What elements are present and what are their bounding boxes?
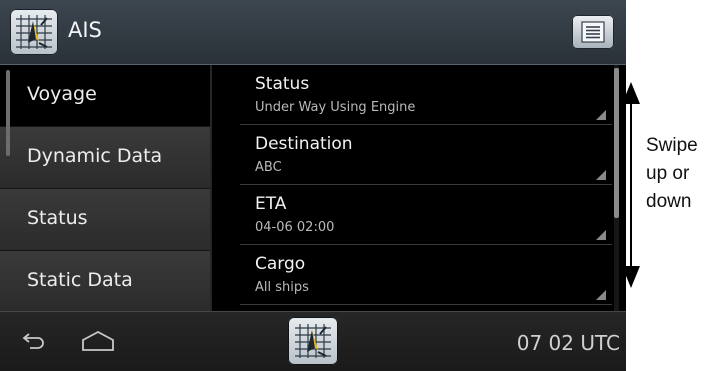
- nav-item-status[interactable]: Status: [0, 189, 210, 251]
- ais-compass-icon[interactable]: [10, 9, 58, 55]
- nav-item-label: Voyage: [27, 83, 97, 105]
- corner-indicator-icon: [596, 230, 606, 240]
- home-icon[interactable]: [80, 330, 116, 356]
- system-bar: 07 02 UTC: [0, 311, 626, 371]
- item-value: 04-06 02:00: [255, 220, 335, 235]
- app-title: AIS: [68, 18, 102, 42]
- menu-list-icon[interactable]: [572, 15, 614, 49]
- corner-indicator-icon: [596, 110, 606, 120]
- item-title: Status: [255, 74, 310, 94]
- item-value: ABC: [255, 160, 282, 175]
- item-value: All ships: [255, 280, 309, 295]
- item-value: Under Way Using Engine: [255, 100, 416, 115]
- nav-item-label: Dynamic Data: [27, 145, 163, 167]
- list-item-status[interactable]: Status Under Way Using Engine: [240, 65, 612, 125]
- item-title: Cargo: [255, 254, 306, 274]
- swipe-arrow-icon: [620, 82, 642, 292]
- app-header: AIS: [0, 0, 626, 65]
- list-item-cargo[interactable]: Cargo All ships: [240, 245, 612, 305]
- annotation-line: up or: [646, 163, 690, 184]
- back-arrow-icon[interactable]: [22, 330, 46, 354]
- ais-device-screen: AIS Voyage Dynamic Data Status Static Da…: [0, 0, 626, 371]
- list-scrollbar[interactable]: [614, 68, 619, 218]
- item-title: Destination: [255, 134, 353, 154]
- swipe-instruction: Swipe up or down: [646, 132, 714, 216]
- corner-indicator-icon: [596, 170, 606, 180]
- list-item-eta[interactable]: ETA 04-06 02:00: [240, 185, 612, 245]
- utc-clock: 07 02 UTC: [516, 331, 620, 355]
- list-item-destination[interactable]: Destination ABC: [240, 125, 612, 185]
- category-nav: Voyage Dynamic Data Status Static Data: [0, 65, 212, 313]
- nav-item-static-data[interactable]: Static Data: [0, 251, 210, 313]
- nav-item-label: Status: [27, 207, 88, 229]
- ais-app-shortcut-icon[interactable]: [288, 317, 338, 365]
- annotation-line: Swipe: [646, 135, 698, 156]
- item-title: ETA: [255, 194, 287, 214]
- corner-indicator-icon: [596, 290, 606, 300]
- nav-scrollbar[interactable]: [6, 70, 10, 156]
- nav-item-voyage[interactable]: Voyage: [0, 65, 210, 127]
- annotation-line: down: [646, 191, 692, 212]
- nav-item-label: Static Data: [27, 269, 133, 291]
- nav-item-dynamic-data[interactable]: Dynamic Data: [0, 127, 210, 189]
- detail-list: Status Under Way Using Engine Destinatio…: [212, 65, 626, 311]
